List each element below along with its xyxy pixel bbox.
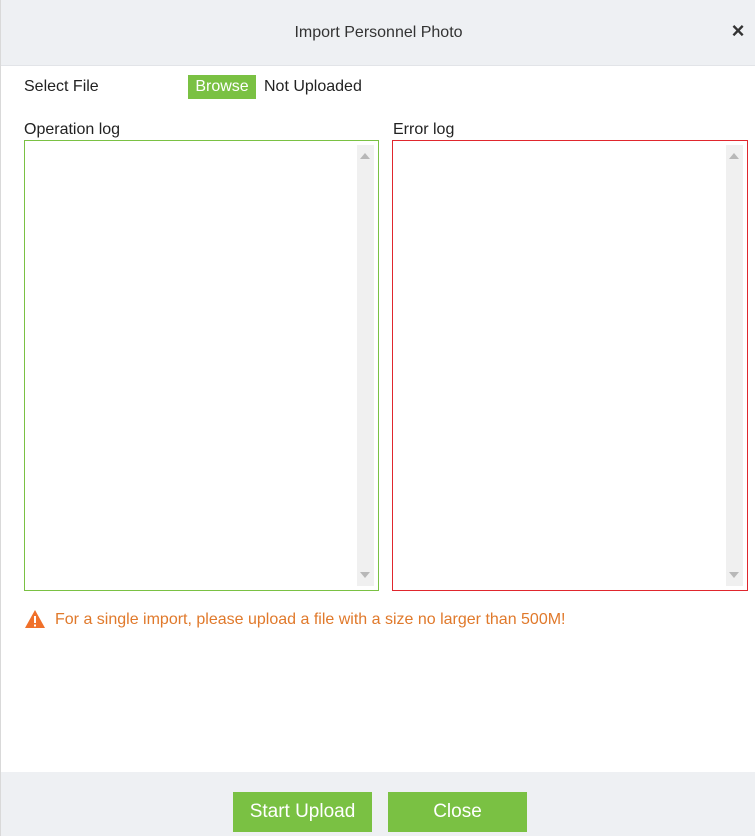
close-button[interactable]: Close [388, 792, 527, 832]
upload-status: Not Uploaded [264, 78, 362, 95]
import-photo-dialog: Import Personnel Photo × Select File Bro… [0, 0, 755, 836]
select-file-label: Select File [24, 78, 99, 95]
start-upload-button[interactable]: Start Upload [233, 792, 372, 832]
scroll-down-icon[interactable] [729, 572, 739, 578]
error-log-scrollbar[interactable] [726, 145, 743, 586]
browse-button[interactable]: Browse [188, 75, 256, 99]
warning-triangle-icon [25, 610, 45, 628]
select-file-row: Select File Browse Not Uploaded [1, 74, 755, 100]
scroll-up-icon[interactable] [729, 153, 739, 159]
scroll-down-icon[interactable] [360, 572, 370, 578]
close-icon[interactable]: × [728, 19, 748, 43]
error-log-label: Error log [393, 121, 455, 138]
dialog-titlebar: Import Personnel Photo × [1, 0, 755, 66]
warning-text: For a single import, please upload a fil… [55, 611, 566, 628]
scroll-up-icon[interactable] [360, 153, 370, 159]
dialog-footer: Start Upload Close [1, 772, 755, 836]
operation-log-textarea[interactable] [24, 140, 379, 591]
error-log-textarea[interactable] [392, 140, 748, 591]
dialog-title: Import Personnel Photo [294, 24, 463, 41]
operation-log-label: Operation log [24, 121, 121, 138]
operation-log-scrollbar[interactable] [357, 145, 374, 586]
